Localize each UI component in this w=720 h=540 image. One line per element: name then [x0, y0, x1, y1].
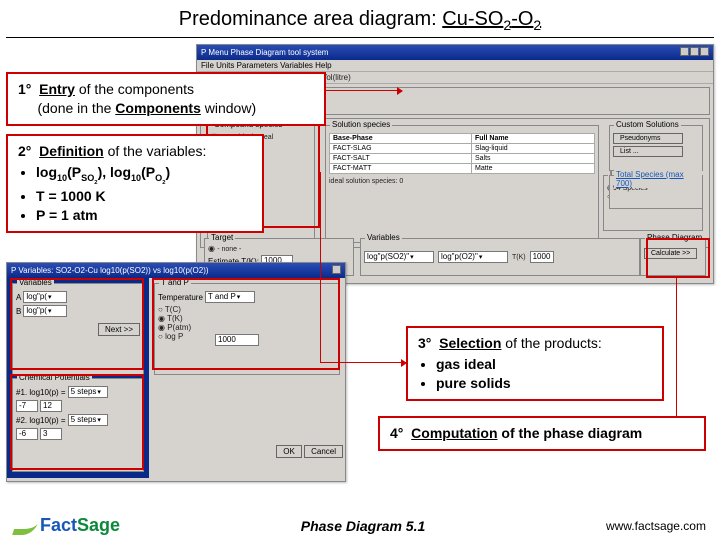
callout-3: 3° Selection of the products: gas ideal … [406, 326, 664, 401]
dlg-chem-group: Chemical Potentials #1. log10(p) =5 step… [12, 378, 144, 472]
main-titlebar: P Menu Phase Diagram tool system [197, 45, 713, 60]
solution-species: Solution species Base-PhaseFull Name FAC… [325, 125, 599, 243]
dlg-ok[interactable]: OK [276, 445, 302, 458]
footer-link[interactable]: www.factsage.com [606, 519, 706, 533]
dlg-tc[interactable]: T(C) [158, 305, 336, 314]
callout-1: 1° Entry of the components (done in the … [6, 72, 326, 126]
target-none[interactable]: - none - [208, 244, 350, 253]
dlg-next[interactable]: Next >> [98, 323, 140, 336]
calculate-button[interactable]: Calculate >> [644, 248, 697, 259]
var-a[interactable]: log"p(SO2)" [364, 251, 434, 263]
footer: FactSage Phase Diagram 5.1 www.factsage.… [0, 515, 720, 536]
connector-3 [320, 172, 321, 362]
dialog-titlebar: P Variables: SO2-O2-Cu log10(p(SO2)) vs … [7, 263, 345, 278]
footer-center: Phase Diagram 5.1 [301, 518, 426, 534]
slide-title: Predominance area diagram: Cu-SO2-O2 [0, 0, 720, 37]
dlg-tk[interactable]: T(K) [158, 314, 336, 323]
custom-solutions: Custom Solutions Pseudonyms List ... [609, 125, 703, 171]
var-b[interactable]: log"p(O2)" [438, 251, 508, 263]
phase-diagram-group: Phase Diagram Calculate >> [640, 238, 706, 276]
dlg-temp-val[interactable]: 1000 [215, 334, 259, 346]
dialog-close[interactable] [331, 265, 341, 276]
chem1-max[interactable]: 12 [40, 400, 62, 412]
total-species: Total Species (max 700) 94 Species [609, 175, 703, 209]
pseudonyms-btn[interactable]: Pseudonyms [613, 133, 683, 144]
vars-T[interactable]: 1000 [530, 251, 554, 263]
list-btn[interactable]: List ... [613, 146, 683, 157]
chem2-max[interactable]: 3 [40, 428, 62, 440]
dlg-vars-group: Variables Alog"p( Blog"p( Next >> [12, 283, 144, 375]
chem2-steps[interactable]: 5 steps [68, 414, 108, 426]
logo: FactSage [14, 515, 120, 536]
chem1-steps[interactable]: 5 steps [68, 386, 108, 398]
connector-4 [676, 278, 677, 416]
dlg-a[interactable]: log"p( [23, 291, 67, 303]
variables-bar: Variables log"p(SO2)" log"p(O2)" T(K)100… [360, 238, 640, 276]
callout-4: 4° Computation of the phase diagram [378, 416, 706, 451]
slide-stage: P Menu Phase Diagram tool system File Un… [6, 42, 714, 482]
callout-2: 2° Definition of the variables: log10(PS… [6, 134, 264, 233]
dlg-cancel[interactable]: Cancel [304, 445, 343, 458]
variables-dialog: P Variables: SO2-O2-Cu log10(p(SO2)) vs … [6, 262, 346, 482]
products-group: Products Compound species gas ○ ideal ○ … [200, 118, 710, 248]
divider [6, 37, 714, 38]
chem1-min[interactable]: -7 [16, 400, 38, 412]
dlg-tp-group: T and P TemperatureT and P T(C) T(K) P(a… [154, 283, 340, 375]
window-buttons[interactable] [679, 47, 709, 58]
chem2-min[interactable]: -6 [16, 428, 38, 440]
dlg-b[interactable]: log"p( [23, 305, 67, 317]
ideal-sol: ideal solution species: 0 [329, 178, 595, 185]
dlg-patm[interactable]: P(atm) [158, 323, 336, 332]
main-menubar[interactable]: File Units Parameters Variables Help [197, 60, 713, 72]
dlg-temp-drop[interactable]: T and P [205, 291, 255, 303]
